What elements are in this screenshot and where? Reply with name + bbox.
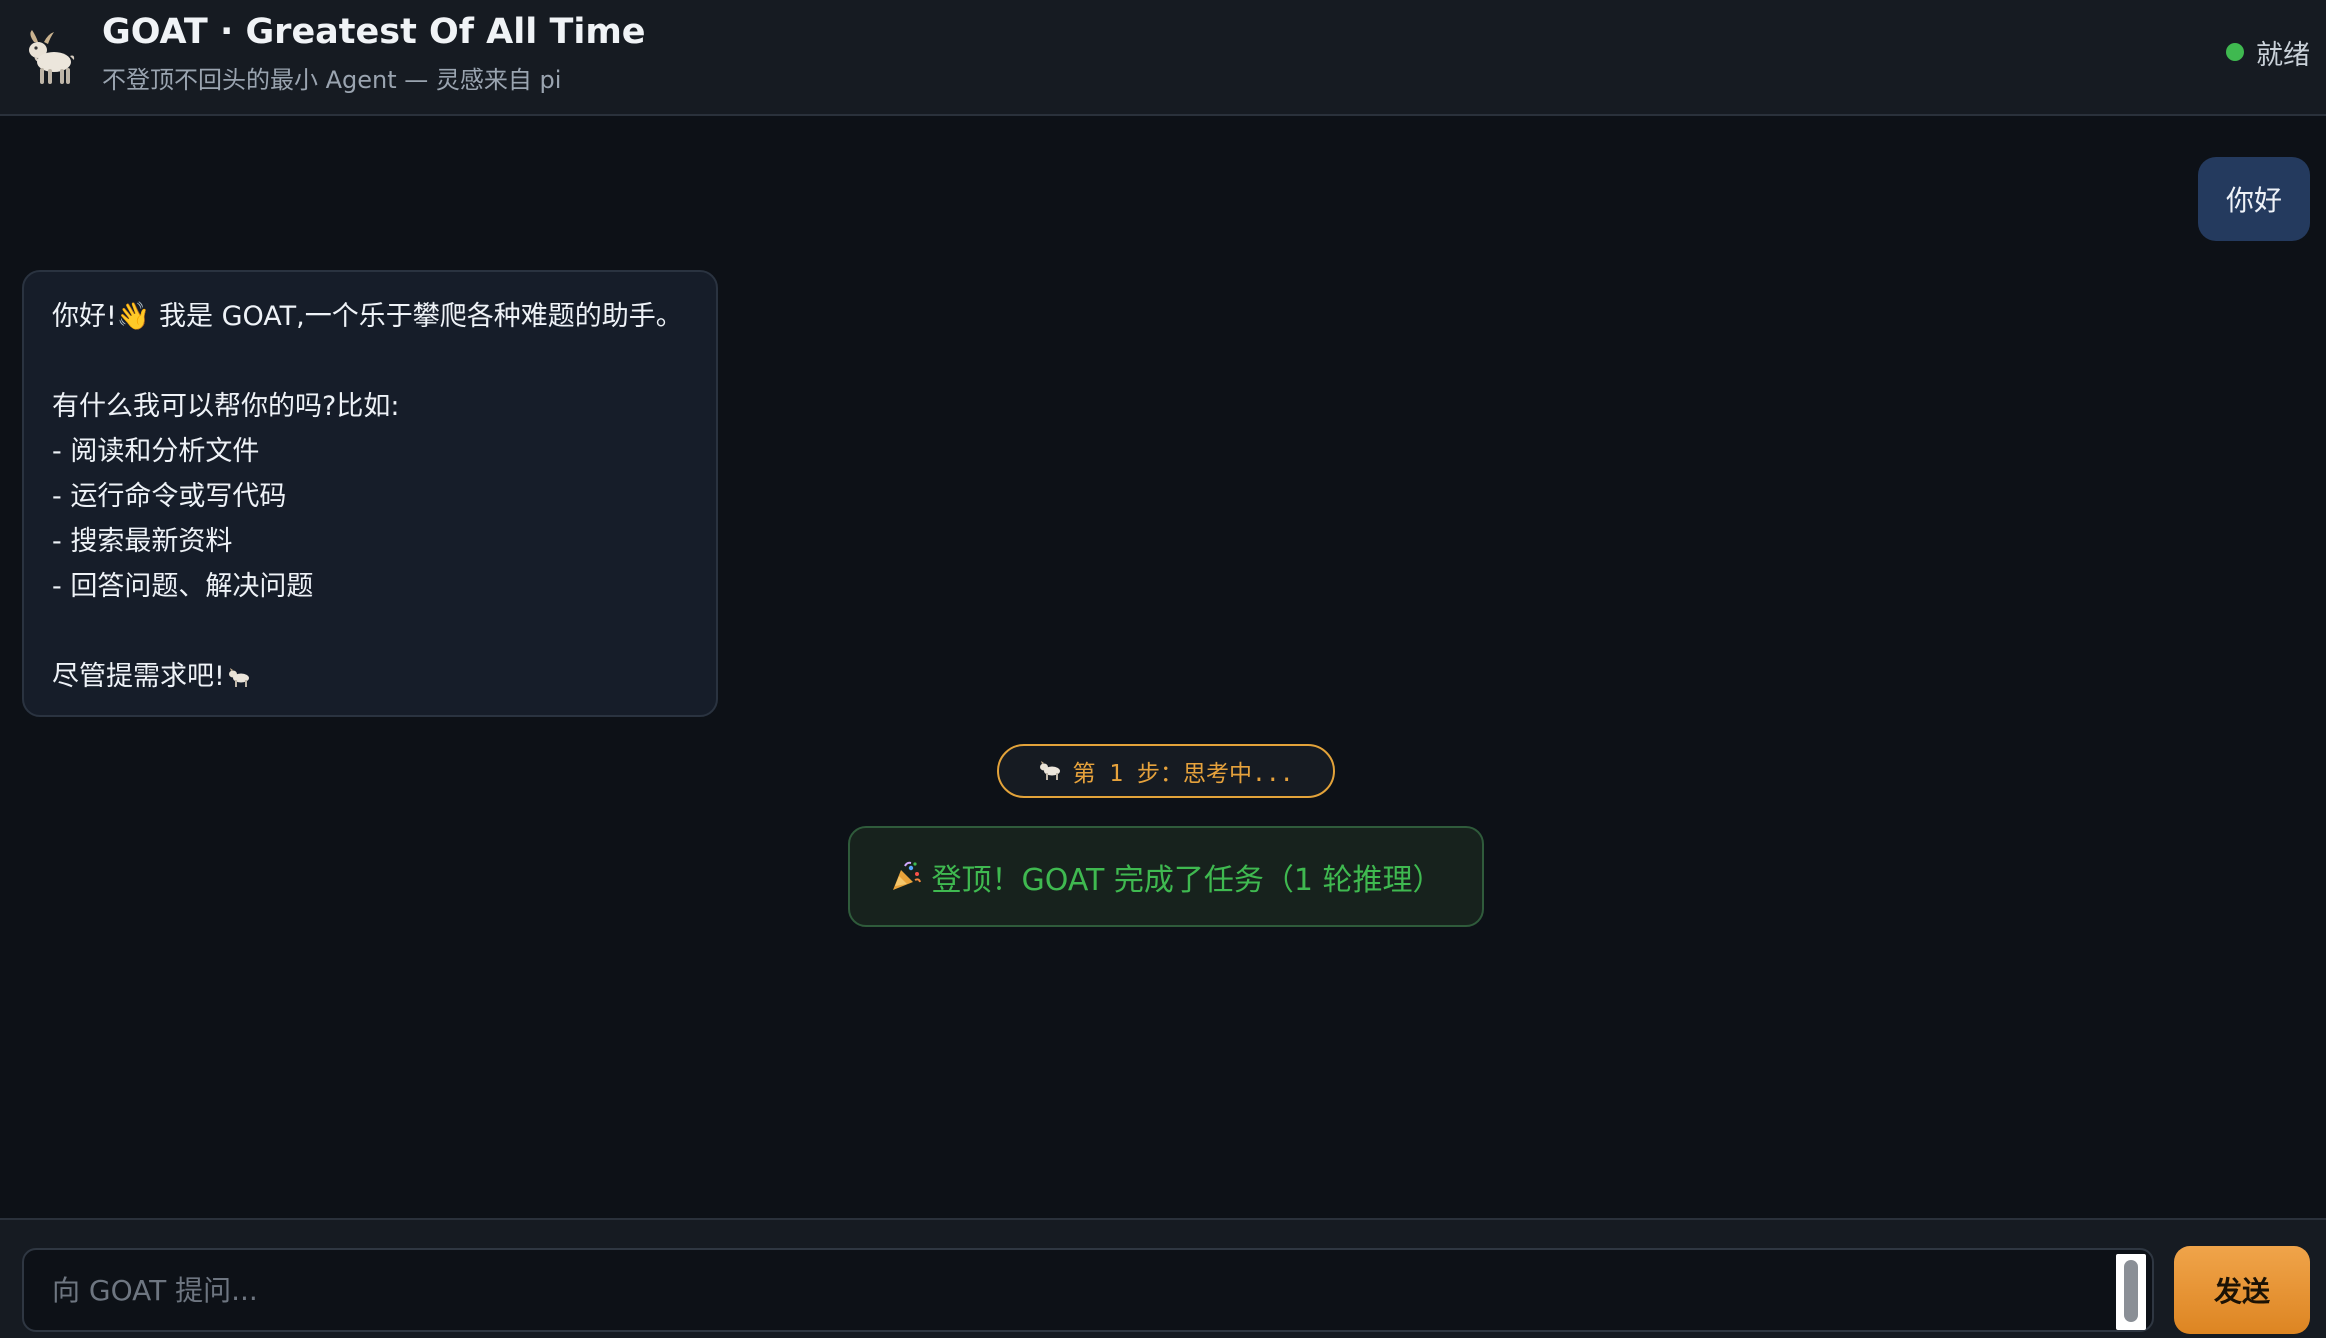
input-scrollbar-thumb[interactable]	[2124, 1260, 2138, 1322]
user-message: 你好	[2197, 157, 2310, 241]
task-complete-label: 登顶！GOAT 完成了任务（1 轮推理）	[931, 862, 1443, 898]
step-label: 第 1 步：思考中...	[1072, 761, 1294, 787]
assistant-line: 你好!👋 我是 GOAT,一个乐于攀爬各种难题的助手。	[52, 301, 683, 332]
prompt-input-container	[22, 1248, 2154, 1332]
app-header: GOAT · Greatest Of All Time 不登顶不回头的最小 Ag…	[0, 0, 2326, 116]
assistant-line: - 搜索最新资料	[52, 526, 233, 557]
send-button[interactable]: 发送	[2174, 1246, 2310, 1334]
page-title: GOAT · Greatest Of All Time	[102, 12, 646, 52]
assistant-line-blank	[52, 339, 688, 384]
composer: 发送	[0, 1218, 2326, 1338]
assistant-line: - 阅读和分析文件	[52, 436, 260, 467]
goat-icon	[228, 668, 249, 687]
goat-icon	[1040, 761, 1061, 780]
task-complete-banner: 登顶！GOAT 完成了任务（1 轮推理）	[848, 826, 1484, 927]
status-dot-icon	[2226, 43, 2244, 61]
assistant-line-blank	[52, 609, 688, 654]
input-scrollbar[interactable]	[2116, 1254, 2146, 1330]
status-label: 就绪	[2256, 39, 2310, 71]
assistant-message: 你好!👋 我是 GOAT,一个乐于攀爬各种难题的助手。 有什么我可以帮你的吗?比…	[22, 270, 718, 717]
assistant-line: - 回答问题、解决问题	[52, 571, 314, 602]
assistant-closing-text: 尽管提需求吧!	[52, 661, 225, 692]
prompt-input[interactable]	[24, 1250, 2114, 1330]
party-popper-icon	[893, 861, 922, 890]
step-status-badge: 第 1 步：思考中...	[997, 744, 1335, 798]
assistant-line: - 运行命令或写代码	[52, 481, 287, 512]
status-indicator: 就绪	[2226, 34, 2310, 71]
app-root: GOAT · Greatest Of All Time 不登顶不回头的最小 Ag…	[0, 0, 2326, 1338]
assistant-line-closing: 尽管提需求吧!	[52, 654, 688, 699]
page-subtitle: 不登顶不回头的最小 Agent — 灵感来自 pi	[102, 66, 562, 94]
goat-icon	[29, 30, 75, 84]
assistant-line: 有什么我可以帮你的吗?比如:	[52, 391, 400, 422]
